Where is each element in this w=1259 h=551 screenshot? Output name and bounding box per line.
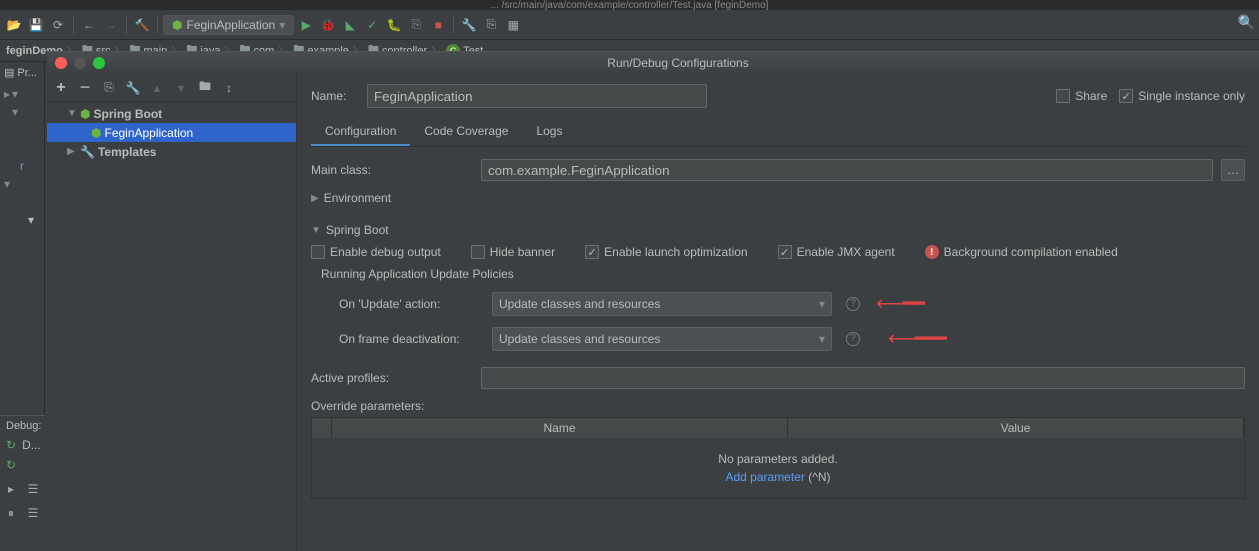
forward-icon[interactable]: → <box>101 15 121 35</box>
enable-launch-checkbox[interactable]: Enable launch optimization <box>585 245 747 259</box>
maximize-window-icon[interactable] <box>93 57 105 69</box>
wrench-icon[interactable]: 🔧 <box>459 15 479 35</box>
spring-icon: ⬢ <box>91 126 101 140</box>
resume-icon[interactable]: ↻ <box>2 456 20 474</box>
add-config-icon[interactable]: + <box>51 78 71 98</box>
close-window-icon[interactable] <box>55 57 67 69</box>
frames-icon[interactable]: ☰ <box>24 480 42 498</box>
build-icon[interactable]: 🔨 <box>132 15 152 35</box>
add-param-shortcut: (^N) <box>808 470 830 484</box>
refresh-icon[interactable]: ⟳ <box>48 15 68 35</box>
on-update-label: On 'Update' action: <box>339 297 484 311</box>
coverage-icon[interactable]: ◣ <box>340 15 360 35</box>
tab-configuration[interactable]: Configuration <box>311 118 410 146</box>
single-instance-checkbox[interactable]: Single instance only <box>1119 89 1245 103</box>
project-panel-label[interactable]: ▤ Pr... <box>0 62 44 83</box>
sort-config-icon[interactable]: ↕ <box>219 78 239 98</box>
save-icon[interactable]: 💾 <box>26 15 46 35</box>
edit-config-icon[interactable]: 🔧 <box>123 78 143 98</box>
more-icon[interactable]: ☰ <box>24 504 42 522</box>
profile-icon[interactable]: ✓ <box>362 15 382 35</box>
main-class-input[interactable] <box>481 159 1213 181</box>
move-up-icon[interactable]: ▴ <box>147 78 167 98</box>
main-toolbar: 📂 💾 ⟳ ← → 🔨 ⬢ FeginApplication ▾ ▶ 🐞 ◣ ✓… <box>0 10 1259 40</box>
active-profiles-input[interactable] <box>481 367 1245 389</box>
config-form-panel: Name: Share Single instance only Configu… <box>297 74 1259 551</box>
enable-debug-checkbox[interactable]: Enable debug output <box>311 245 441 259</box>
open-icon[interactable]: 📂 <box>4 15 24 35</box>
config-tabs: Configuration Code Coverage Logs <box>311 118 1245 147</box>
stack-icon[interactable]: ▦ <box>503 15 523 35</box>
help-icon[interactable]: ? <box>846 332 860 346</box>
wrench-icon: 🔧 <box>80 145 95 159</box>
config-name-label: FeginApplication <box>186 18 275 32</box>
annotation-arrow: ⟵━━ <box>876 291 923 316</box>
minimize-window-icon <box>74 57 86 69</box>
hide-banner-checkbox[interactable]: Hide banner <box>471 245 555 259</box>
run-bug-icon[interactable]: 🐛 <box>384 15 404 35</box>
debug-label: Debug: <box>0 416 45 436</box>
active-profiles-label: Active profiles: <box>311 371 473 385</box>
folder-config-icon[interactable]: 🖿 <box>195 78 215 98</box>
name-input[interactable] <box>367 84 707 108</box>
bg-compile-warning: !Background compilation enabled <box>925 245 1118 259</box>
tree-node-spring-boot[interactable]: ▼ ⬢ Spring Boot <box>47 104 296 123</box>
on-update-combo[interactable]: Update classes and resources ▾ <box>492 292 832 316</box>
environment-section[interactable]: ▶ Environment <box>311 191 1245 205</box>
no-params-message: No parameters added. <box>718 452 837 466</box>
param-value-header: Value <box>788 418 1244 438</box>
main-class-label: Main class: <box>311 163 473 177</box>
tab-code-coverage[interactable]: Code Coverage <box>410 118 522 146</box>
tree-toolbar: + − ⎘ 🔧 ▴ ▾ 🖿 ↕ <box>47 74 296 102</box>
browse-main-class-button[interactable]: … <box>1221 159 1245 181</box>
spring-icon: ⬢ <box>172 18 182 32</box>
remove-config-icon[interactable]: − <box>75 78 95 98</box>
enable-jmx-checkbox[interactable]: Enable JMX agent <box>778 245 895 259</box>
tree-node-templates[interactable]: ▶ 🔧 Templates <box>47 142 296 161</box>
on-frame-combo[interactable]: Update classes and resources ▾ <box>492 327 832 351</box>
attach-icon[interactable]: ⎘ <box>406 15 426 35</box>
run-icon[interactable]: ▶ <box>296 15 316 35</box>
config-tree-panel: + − ⎘ 🔧 ▴ ▾ 🖿 ↕ ▼ ⬢ Spring Boot ⬢ FeginA… <box>47 74 297 551</box>
search-icon[interactable]: 🔍 <box>1238 14 1255 31</box>
param-name-header: Name <box>332 418 788 438</box>
override-params-table: Name Value No parameters added. Add para… <box>311 417 1245 499</box>
debug-restart-icon[interactable]: ↻ <box>6 438 16 452</box>
spring-boot-section[interactable]: ▼ Spring Boot <box>311 223 1245 237</box>
debug-tab[interactable]: D... <box>22 438 41 452</box>
move-down-icon[interactable]: ▾ <box>171 78 191 98</box>
dialog-titlebar: Run/Debug Configurations <box>47 52 1259 74</box>
help-icon[interactable]: ? <box>846 297 860 311</box>
share-checkbox[interactable]: Share <box>1056 89 1107 103</box>
tree-node-fegin-app[interactable]: ⬢ FeginApplication <box>47 123 296 142</box>
project-tool-window: ▤ Pr... ▸▾ ▾ r ▾ ▾ <box>0 62 45 422</box>
dialog-title: Run/Debug Configurations <box>105 56 1251 70</box>
add-parameter-link[interactable]: Add parameter <box>725 470 804 484</box>
copy-icon[interactable]: ⎘ <box>481 15 501 35</box>
run-debug-config-dialog: Run/Debug Configurations + − ⎘ 🔧 ▴ ▾ 🖿 ↕… <box>47 51 1259 551</box>
tab-logs[interactable]: Logs <box>522 118 576 146</box>
on-frame-label: On frame deactivation: <box>339 332 484 346</box>
spring-icon: ⬢ <box>80 107 90 121</box>
ide-title-path: ... /src/main/java/com/example/controlle… <box>0 0 1259 10</box>
back-icon[interactable]: ← <box>79 15 99 35</box>
step-icon[interactable]: ▸ <box>2 480 20 498</box>
copy-config-icon[interactable]: ⎘ <box>99 78 119 98</box>
update-policies-label: Running Application Update Policies <box>321 267 1245 281</box>
override-params-label: Override parameters: <box>311 399 1245 413</box>
debug-tool-window: Debug: ↻ D... ↻ ▸ ☰ ⏸ ☰ <box>0 415 45 551</box>
run-config-selector[interactable]: ⬢ FeginApplication ▾ <box>163 15 294 35</box>
pause-icon[interactable]: ⏸ <box>2 504 20 522</box>
debug-icon[interactable]: 🐞 <box>318 15 338 35</box>
name-label: Name: <box>311 89 355 103</box>
annotation-arrow: ⟵━━━ <box>888 326 945 351</box>
stop-icon[interactable]: ■ <box>428 15 448 35</box>
